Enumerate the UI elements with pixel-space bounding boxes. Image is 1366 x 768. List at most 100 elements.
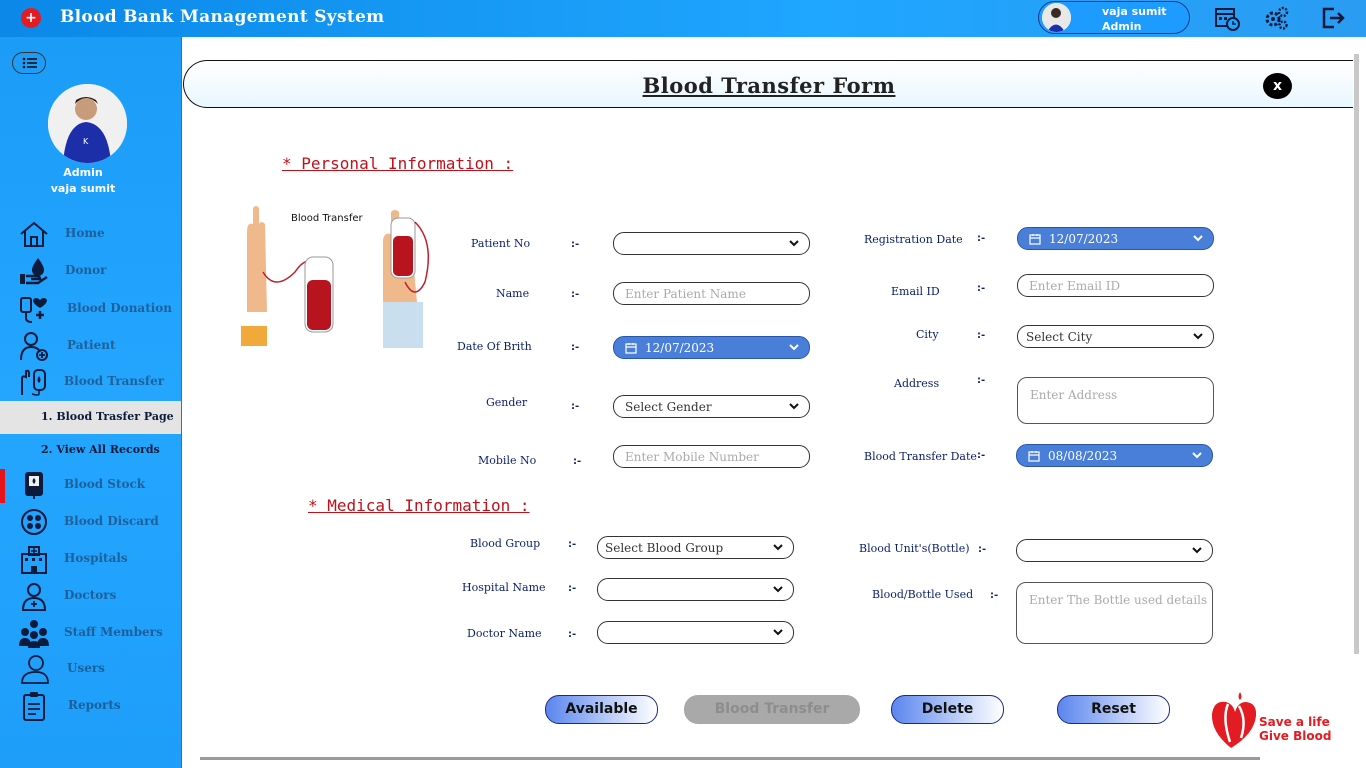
- patient-no-select[interactable]: [613, 232, 810, 255]
- patient-no-label: Patient No: [471, 237, 531, 250]
- sidebar-subitem-label: 1. Blood Trasfer Page: [41, 410, 174, 423]
- sidebar-item-label: Users: [67, 661, 105, 675]
- sidebar-item-home[interactable]: Home: [0, 217, 181, 251]
- blood-donation-icon: [20, 297, 47, 323]
- sidebar-item-doctors[interactable]: Doctors: [0, 579, 181, 613]
- sidebar-item-staff-members[interactable]: Staff Members: [0, 616, 181, 650]
- doctor-name-select[interactable]: [597, 621, 794, 644]
- doctor-name-label: Doctor Name: [467, 627, 542, 640]
- sidebar-subitem-blood-transfer-page[interactable]: 1. Blood Trasfer Page: [0, 401, 181, 434]
- chevron-down-icon: [1192, 547, 1202, 554]
- sidebar-item-hospitals[interactable]: Hospitals: [0, 542, 181, 576]
- mobile-label: Mobile No: [478, 454, 537, 467]
- user-name: vaja sumit: [1102, 5, 1167, 18]
- sidebar-item-label: Blood Donation: [67, 301, 173, 315]
- available-button[interactable]: Available: [545, 695, 658, 724]
- blood-transfer-button[interactable]: Blood Transfer: [684, 695, 860, 724]
- gender-select[interactable]: Select Gender: [613, 395, 810, 418]
- patient-name-input[interactable]: Enter Patient Name: [613, 282, 810, 305]
- chevron-down-icon: [773, 586, 783, 593]
- chevron-down-icon: [773, 629, 783, 636]
- delete-button[interactable]: Delete: [891, 695, 1004, 724]
- colon: :-: [977, 450, 986, 461]
- calendar-clock-icon[interactable]: [1214, 5, 1240, 31]
- sidebar-item-reports[interactable]: Reports: [0, 689, 181, 723]
- blood-group-label: Blood Group: [470, 537, 541, 550]
- sidebar-item-blood-stock[interactable]: Blood Stock: [0, 468, 181, 502]
- colon: :-: [571, 289, 580, 300]
- sidebar-role: Admin: [63, 166, 103, 179]
- address-textarea[interactable]: Enter Address: [1017, 377, 1214, 424]
- personal-info-heading: * Personal Information :: [282, 154, 514, 173]
- bottle-used-textarea[interactable]: Enter The Bottle used details: [1016, 582, 1213, 644]
- menu-list-icon: [22, 57, 37, 69]
- settings-gears-icon[interactable]: [1263, 5, 1289, 31]
- colon: :-: [571, 239, 580, 250]
- staff-icon: [19, 620, 49, 648]
- hospital-name-label: Hospital Name: [462, 581, 546, 594]
- colon: :-: [977, 283, 986, 294]
- horizontal-scrollbar[interactable]: [200, 757, 1260, 760]
- main-panel: Blood Transfer Form x * Personal Informa…: [181, 37, 1366, 768]
- blood-group-select[interactable]: Select Blood Group: [597, 536, 794, 559]
- email-label: Email ID: [891, 285, 940, 298]
- sidebar-item-donor[interactable]: Donor: [0, 254, 181, 288]
- sidebar-item-label: Blood Transfer: [64, 374, 165, 388]
- calendar-icon: [1029, 234, 1041, 245]
- sidebar-item-label: Home: [65, 226, 105, 240]
- colon: :-: [568, 629, 577, 640]
- dob-date-picker[interactable]: 12/07/2023: [613, 336, 810, 359]
- registration-date-picker[interactable]: 12/07/2023: [1017, 227, 1214, 250]
- close-button[interactable]: x: [1263, 73, 1292, 99]
- save-a-life-logo: Save a life Give Blood: [1209, 690, 1334, 750]
- sidebar-item-label: Staff Members: [64, 625, 163, 639]
- vertical-scrollbar[interactable]: [1354, 54, 1359, 654]
- colon: :-: [977, 330, 986, 341]
- sidebar: K Admin vaja sumit Home Donor Blood Dona…: [0, 37, 181, 768]
- colon: :-: [977, 375, 986, 386]
- svg-text:Give Blood: Give Blood: [1259, 729, 1331, 743]
- sidebar-subitem-view-all-records[interactable]: 2. View All Records: [0, 434, 181, 467]
- sidebar-item-blood-donation[interactable]: Blood Donation: [0, 292, 181, 326]
- colon: :-: [977, 233, 986, 244]
- transfer-date-picker[interactable]: 08/08/2023: [1016, 444, 1213, 467]
- sidebar-item-blood-transfer[interactable]: Blood Transfer: [0, 365, 181, 399]
- colon: :-: [568, 583, 577, 594]
- blood-transfer-illustration: Blood Transfer: [235, 202, 445, 350]
- blood-drop-logo-icon: +: [21, 8, 41, 28]
- user-profile-chip[interactable]: vaja sumit Admin: [1038, 1, 1190, 34]
- email-input[interactable]: Enter Email ID: [1017, 274, 1214, 297]
- sidebar-item-patient[interactable]: Patient: [0, 329, 181, 363]
- form-title: Blood Transfer Form: [642, 73, 896, 98]
- colon: :-: [571, 401, 580, 412]
- name-label: Name: [496, 287, 530, 300]
- calendar-icon: [1028, 451, 1040, 462]
- sidebar-item-label: Reports: [68, 698, 121, 712]
- form-header: Blood Transfer Form: [183, 60, 1353, 108]
- sidebar-item-label: Doctors: [64, 588, 117, 602]
- mobile-input[interactable]: Enter Mobile Number: [613, 445, 810, 468]
- city-select[interactable]: Select City: [1017, 325, 1214, 348]
- blood-units-label: Blood Unit's(Bottle): [859, 542, 970, 555]
- sidebar-avatar: K: [48, 84, 127, 163]
- chevron-down-icon: [1193, 333, 1203, 340]
- svg-text:Blood Transfer: Blood Transfer: [291, 213, 364, 224]
- sidebar-item-label: Donor: [65, 263, 107, 277]
- menu-toggle-button[interactable]: [12, 52, 46, 74]
- colon: :-: [573, 456, 582, 467]
- calendar-icon: [625, 343, 637, 354]
- patient-icon: [20, 332, 48, 361]
- logout-icon[interactable]: [1320, 5, 1346, 31]
- reset-button[interactable]: Reset: [1057, 695, 1170, 724]
- chevron-down-icon: [789, 344, 799, 351]
- blood-units-select[interactable]: [1016, 539, 1213, 562]
- city-label: City: [916, 328, 939, 341]
- blood-stock-icon: [25, 472, 43, 499]
- colon: :-: [571, 342, 580, 353]
- registration-date-label: Registration Date: [864, 233, 963, 246]
- chevron-down-icon: [789, 240, 799, 247]
- sidebar-item-blood-discard[interactable]: Blood Discard: [0, 505, 181, 539]
- colon: :-: [990, 590, 999, 601]
- sidebar-item-users[interactable]: Users: [0, 652, 181, 686]
- hospital-name-select[interactable]: [597, 578, 794, 601]
